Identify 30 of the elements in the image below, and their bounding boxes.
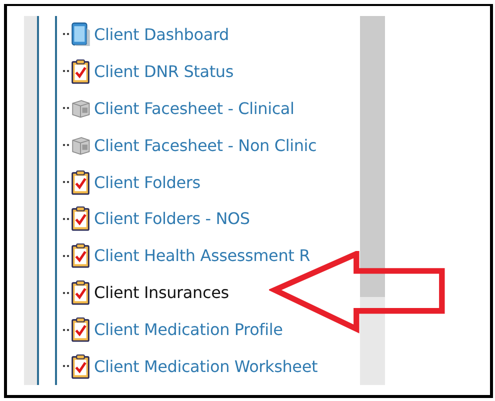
tree-item[interactable]: Client Folders xyxy=(91,172,200,192)
tree-item[interactable]: Client DNR Status xyxy=(91,62,234,81)
clipboard-check-icon xyxy=(70,243,91,268)
tree-line xyxy=(63,328,69,331)
tree-item[interactable]: Client Facesheet - Clinical xyxy=(91,98,294,118)
tree-line xyxy=(63,181,69,183)
tree-item[interactable]: Client Medication Worksheet xyxy=(91,356,318,376)
tree-item[interactable]: Client Folders - NOS xyxy=(91,209,250,228)
tree-item[interactable]: Client Facesheet - Non Clinic xyxy=(91,136,317,155)
tree-item[interactable]: Client Dashboard xyxy=(91,24,230,44)
clipboard-check-icon xyxy=(70,170,91,194)
tree-line xyxy=(63,70,69,72)
tree-item[interactable]: Client Insurances xyxy=(91,283,229,302)
clipboard-check-icon xyxy=(70,317,91,342)
tree-line xyxy=(63,218,69,220)
tree-line xyxy=(63,254,69,257)
tree-line xyxy=(63,33,69,36)
tree-item[interactable]: Client Medication Profile xyxy=(91,320,283,340)
tree-line xyxy=(63,365,69,368)
tree-line xyxy=(63,292,69,294)
tablet-icon xyxy=(70,22,91,47)
scrollbar-thumb[interactable] xyxy=(360,16,385,297)
tree-item[interactable]: Client Health Assessment R xyxy=(91,246,310,266)
clipboard-check-icon xyxy=(70,206,91,232)
tree-line xyxy=(63,144,69,146)
scrollbar[interactable] xyxy=(360,16,385,385)
clipboard-check-icon xyxy=(70,58,91,84)
clipboard-check-icon xyxy=(70,280,91,306)
clipboard-check-icon xyxy=(70,354,91,379)
tree-line xyxy=(63,107,69,110)
